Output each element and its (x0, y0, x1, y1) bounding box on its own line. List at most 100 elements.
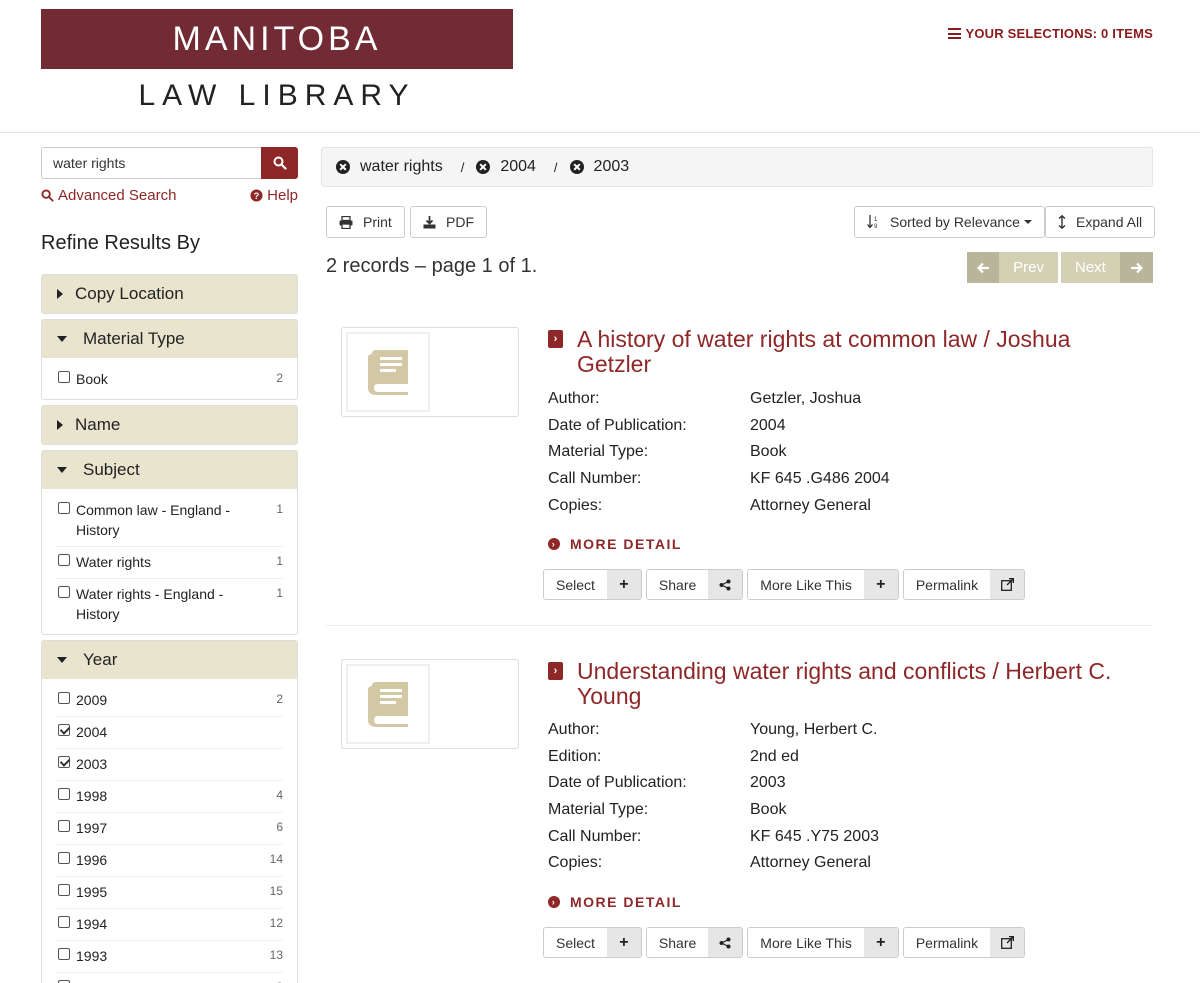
record-thumbnail[interactable] (341, 659, 519, 749)
library-logo[interactable]: MANITOBA LAW LIBRARY (41, 9, 513, 123)
facet-title: Copy Location (75, 284, 184, 303)
search-button[interactable] (261, 147, 298, 179)
sort-dropdown[interactable]: 19 Sorted by Relevance (854, 206, 1045, 238)
facet-option[interactable]: 1993 13 (56, 941, 283, 973)
field-value: 2nd ed (750, 747, 799, 765)
chevron-right-icon[interactable]: › (548, 330, 563, 348)
facet-header-material-type[interactable]: Material Type (42, 320, 297, 358)
caret-down-icon (57, 467, 67, 473)
share-button[interactable]: Share (645, 569, 744, 600)
prev-button[interactable]: Prev (967, 252, 1058, 283)
select-button[interactable]: Select + (543, 927, 642, 958)
record-thumbnail[interactable] (341, 327, 519, 417)
pdf-button[interactable]: PDF (410, 206, 487, 238)
caret-down-icon (57, 336, 67, 342)
breadcrumb-separator: / (553, 159, 558, 175)
expand-all-button[interactable]: Expand All (1045, 206, 1156, 238)
checkbox[interactable] (58, 820, 70, 832)
facet-material-type: Material Type Book 2 (41, 319, 298, 400)
record-title-row: › A history of water rights at common law… (548, 327, 1138, 377)
more-detail-link[interactable]: › MORE DETAIL (548, 894, 682, 910)
more-like-this-button[interactable]: More Like This + (747, 569, 899, 600)
record-title-link[interactable]: Understanding water rights and conflicts… (577, 659, 1138, 709)
filter-chip: 2003 (569, 158, 629, 176)
share-label: Share (646, 570, 709, 599)
field-row: Material Type: Book (548, 439, 890, 466)
remove-filter-icon[interactable] (336, 160, 350, 174)
field-value: Attorney General (750, 854, 871, 872)
facet-option[interactable]: Water rights 1 (56, 547, 283, 579)
share-button[interactable]: Share (645, 927, 744, 958)
more-detail-link[interactable]: › MORE DETAIL (548, 536, 682, 552)
field-row: Author: Young, Herbert C. (548, 717, 879, 744)
checkbox[interactable] (58, 371, 70, 383)
facet-option[interactable]: Book 2 (56, 364, 283, 395)
more-like-this-button[interactable]: More Like This + (747, 927, 899, 958)
facet-option[interactable]: 1992 9 (56, 973, 283, 983)
field-label: Date of Publication: (548, 774, 687, 792)
facet-option[interactable]: 2003 (56, 749, 283, 781)
remove-filter-icon[interactable] (476, 160, 491, 174)
chevron-right-icon[interactable]: › (548, 662, 563, 680)
chevron-circle-right-icon: › (548, 896, 560, 908)
your-selections-link[interactable]: YOUR SELECTIONS: 0 ITEMS (948, 26, 1153, 41)
field-label: Date of Publication: (548, 416, 687, 434)
select-button[interactable]: Select + (543, 569, 642, 600)
field-label: Material Type: (548, 443, 649, 461)
facet-option[interactable]: 1998 4 (56, 781, 283, 813)
checkbox[interactable] (58, 852, 70, 864)
facet-options: Book 2 (42, 358, 297, 399)
permalink-button[interactable]: Permalink (902, 569, 1026, 600)
checkbox[interactable] (58, 948, 70, 960)
record-actions: Select + Share More Like This + Permalink (543, 927, 1026, 958)
permalink-button[interactable]: Permalink (902, 927, 1026, 958)
facet-options: Common law - England - History 1 Water rig… (42, 489, 297, 634)
facet-option-label: 2009 (76, 692, 108, 708)
checkbox[interactable] (58, 884, 70, 896)
facet-option[interactable]: 2004 (56, 717, 283, 749)
facet-header-year[interactable]: Year (42, 641, 297, 679)
checkbox[interactable] (58, 692, 70, 704)
facet-header-name[interactable]: Name (42, 406, 297, 444)
sort-numeric-icon: 19 (867, 215, 878, 229)
facet-option[interactable]: Common law - England - History 1 (56, 495, 283, 547)
share-icon (708, 570, 743, 599)
record-title-link[interactable]: A history of water rights at common law … (577, 327, 1138, 377)
field-label: Edition: (548, 747, 602, 765)
facet-option[interactable]: 1997 6 (56, 813, 283, 845)
facet-header-subject[interactable]: Subject (42, 451, 297, 489)
share-label: Share (646, 928, 709, 957)
help-link[interactable]: ? Help (250, 187, 298, 204)
checkbox[interactable] (58, 554, 70, 566)
pdf-label: PDF (446, 214, 474, 230)
facet-option[interactable]: 1995 15 (56, 877, 283, 909)
facet-option[interactable]: 2009 2 (56, 685, 283, 717)
facet-header-copy-location[interactable]: Copy Location (42, 275, 297, 313)
checkbox[interactable] (58, 916, 70, 928)
help-label: Help (267, 187, 298, 204)
facet-option[interactable]: Water rights - England - History 1 (56, 579, 283, 630)
facet-option[interactable]: 1994 12 (56, 909, 283, 941)
field-label: Call Number: (548, 827, 642, 845)
checkbox[interactable] (58, 586, 70, 598)
facet-option-label: 1996 (76, 852, 108, 868)
facet-option[interactable]: 1996 14 (56, 845, 283, 877)
caret-down-icon (57, 657, 67, 663)
print-button[interactable]: Print (326, 206, 405, 238)
facet-subject: Subject Common law - England - History 1 W… (41, 450, 298, 635)
search-input[interactable] (41, 147, 261, 179)
checkbox[interactable] (58, 502, 70, 514)
checkbox[interactable] (58, 724, 70, 736)
more-detail-label: MORE DETAIL (570, 536, 682, 552)
checkbox[interactable] (58, 788, 70, 800)
facet-list: Copy Location Material Type Book 2 Name S… (41, 274, 298, 983)
book-icon (346, 332, 430, 412)
list-icon (948, 28, 962, 39)
next-button[interactable]: Next (1061, 252, 1153, 283)
field-row: Date of Publication: 2003 (548, 770, 879, 797)
advanced-search-link[interactable]: Advanced Search (41, 187, 176, 204)
facet-option-label: 1995 (76, 884, 108, 900)
checkbox[interactable] (58, 756, 70, 768)
remove-filter-icon[interactable] (569, 160, 584, 174)
facet-title: Name (75, 415, 121, 434)
